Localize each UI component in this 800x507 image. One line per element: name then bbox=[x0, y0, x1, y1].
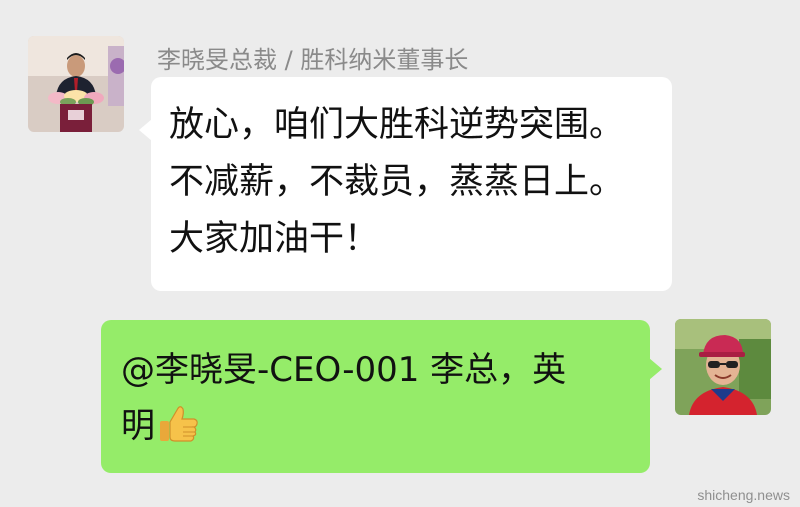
sender-name: 李晓旻总裁 / 胜科纳米董事长 bbox=[157, 46, 469, 74]
avatar-man-red-cap-sunglasses-icon bbox=[675, 319, 771, 415]
avatar-man-at-podium-icon bbox=[28, 36, 124, 132]
outgoing-message-bubble[interactable]: @李晓旻-CEO-001 李总，英 明 bbox=[101, 320, 662, 473]
message-line-last: 明 bbox=[121, 398, 566, 462]
my-avatar[interactable] bbox=[675, 319, 771, 415]
message-line: 大家加油干！ bbox=[169, 219, 380, 259]
watermark: shicheng.news bbox=[697, 487, 790, 503]
incoming-message-text: 放心，咱们大胜科逆势突围。 不减薪，不裁员，蒸蒸日上。 大家加油干！ bbox=[169, 97, 624, 268]
outgoing-message-text: @李晓旻-CEO-001 李总，英 明 bbox=[121, 342, 566, 462]
sender-avatar[interactable] bbox=[28, 36, 124, 132]
message-line-text: 明 bbox=[121, 406, 155, 446]
message-line: @李晓旻-CEO-001 李总，英 bbox=[121, 350, 567, 390]
message-line: 不减薪，不裁员，蒸蒸日上。 bbox=[169, 162, 625, 202]
thumbs-up-icon bbox=[157, 401, 201, 462]
message-line: 放心，咱们大胜科逆势突围。 bbox=[169, 105, 625, 145]
incoming-message-bubble[interactable]: 放心，咱们大胜科逆势突围。 不减薪，不裁员，蒸蒸日上。 大家加油干！ bbox=[139, 77, 672, 291]
